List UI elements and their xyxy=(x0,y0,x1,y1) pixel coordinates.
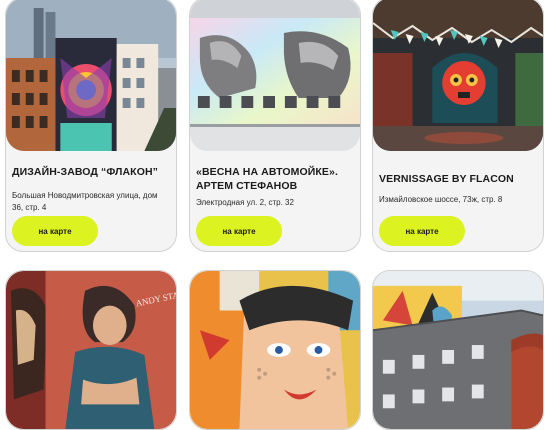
mural-photo-building[interactable] xyxy=(373,271,543,429)
mural-photo-popart[interactable] xyxy=(190,271,360,429)
show-on-map-button[interactable]: на карте xyxy=(12,216,98,246)
mural-card[interactable]: Vernissage by Flacon Измайловское шоссе,… xyxy=(372,0,544,252)
mural-photo-vernissage[interactable] xyxy=(373,0,543,151)
mural-title: Vernissage by Flacon xyxy=(379,173,514,185)
mural-address: Большая Новодмитровская улица, дом 36, с… xyxy=(12,191,158,212)
mural-card[interactable] xyxy=(372,270,544,430)
mural-address: Измайловское шоссе, 73ж, стр. 8 xyxy=(379,195,503,204)
mural-photo-flacon[interactable] xyxy=(6,0,176,151)
mural-address: Электродная ул. 2, стр. 32 xyxy=(196,198,294,207)
mural-photo-vesna[interactable] xyxy=(190,0,360,151)
mural-card[interactable]: Дизайн-завод “Флакон” Большая Новодмитро… xyxy=(5,0,177,252)
murals-grid: Дизайн-завод “Флакон” Большая Новодмитро… xyxy=(0,0,550,430)
mural-title: Дизайн-завод “Флакон” xyxy=(12,166,158,178)
mural-title: «Весна на автомойке». Артем Стефанов xyxy=(196,166,338,192)
mural-photo-andy[interactable]: ANDY STAEFANOV xyxy=(6,271,176,429)
mural-card[interactable] xyxy=(189,270,361,430)
mural-card[interactable]: «Весна на автомойке». Артем Стефанов Эле… xyxy=(189,0,361,252)
show-on-map-button[interactable]: на карте xyxy=(196,216,282,246)
show-on-map-button[interactable]: на карте xyxy=(379,216,465,246)
mural-card[interactable]: ANDY STAEFANOV xyxy=(5,270,177,430)
